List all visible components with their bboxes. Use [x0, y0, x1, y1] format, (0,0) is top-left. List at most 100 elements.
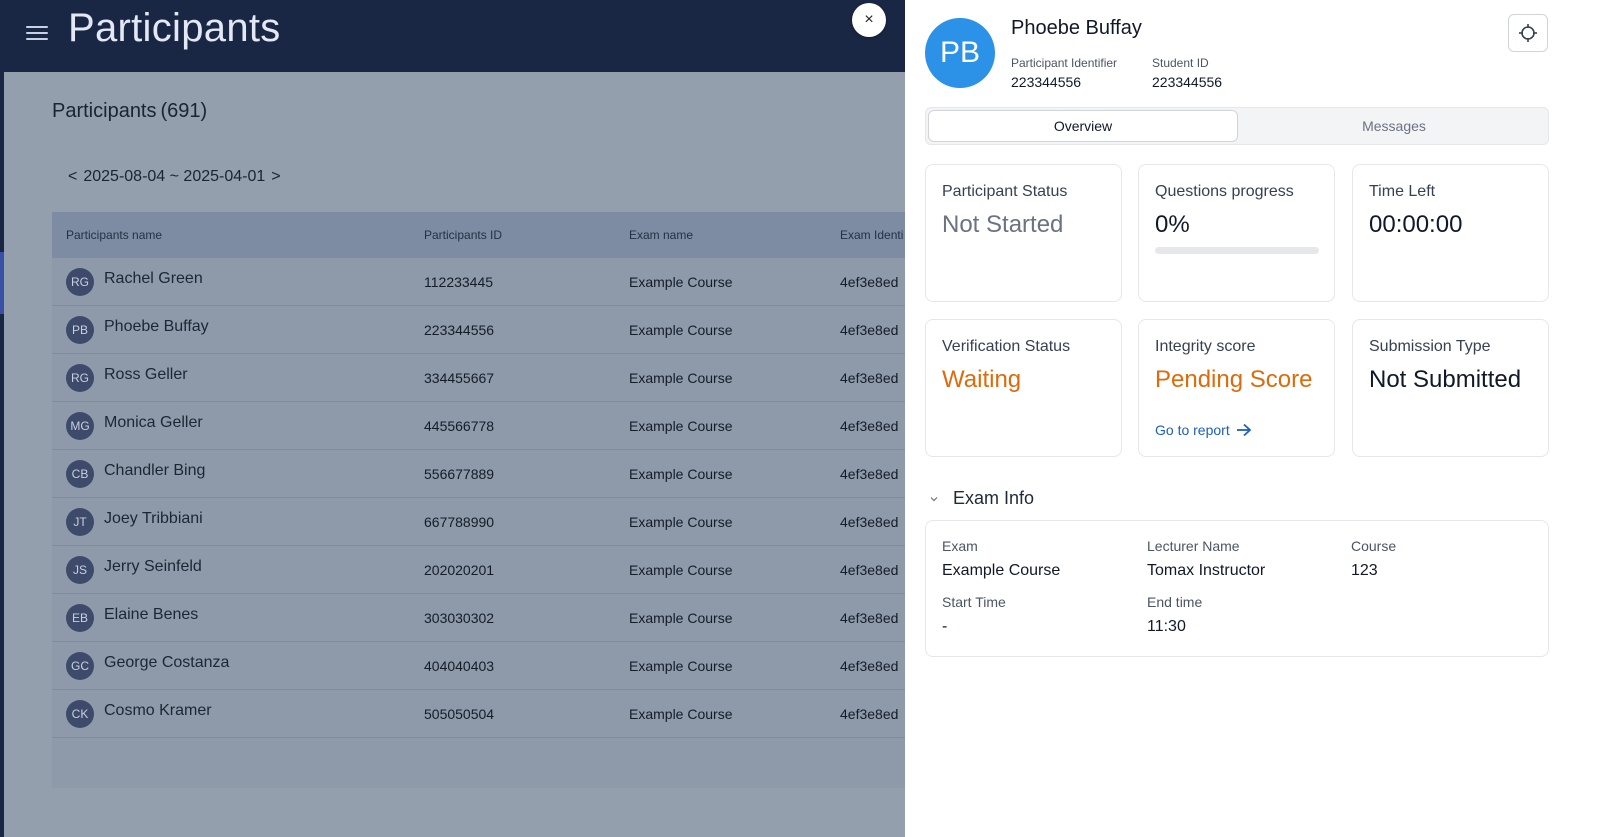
exam-info-title: Exam Info [953, 488, 1035, 508]
exam-name-cell: Example Course [629, 609, 733, 626]
time-left-value: 00:00:00 [1369, 211, 1463, 238]
table-row[interactable]: CK Cosmo Kramer 505050504 Example Course 4ef… [52, 690, 934, 738]
participant-name[interactable]: Jerry Seinfeld [104, 558, 202, 576]
end-time-field: End time 11:30 [1147, 594, 1202, 636]
participant-name-cell: RG Rachel Green [52, 267, 424, 296]
participant-name: Phoebe Buffay [1011, 17, 1142, 39]
exam-info-panel: Exam Example Course Lecturer Name Tomax … [925, 520, 1549, 657]
participant-name[interactable]: Joey Tribbiani [104, 510, 203, 528]
integrity-score-value: Pending Score [1155, 366, 1313, 393]
locate-button[interactable] [1508, 14, 1548, 52]
avatar: JT [66, 507, 94, 536]
exam-name-cell: Example Course [629, 705, 733, 722]
date-next-button[interactable]: > [271, 168, 280, 186]
course-value: 123 [1351, 562, 1378, 579]
lecturer-value: Tomax Instructor [1147, 562, 1266, 579]
exam-info-toggle[interactable]: Exam Info [929, 488, 1034, 509]
top-bar: Participants [4, 0, 934, 72]
exam-name-cell: Example Course [629, 417, 733, 434]
avatar: RG [66, 363, 94, 392]
chevron-down-icon [930, 496, 938, 501]
time-left-card: Time Left 00:00:00 [1352, 164, 1549, 302]
date-range-text[interactable]: 2025-08-04 ~ 2025-04-01 [83, 168, 265, 186]
participant-id-cell: 202020201 [424, 561, 495, 578]
questions-progress-label: Questions progress [1155, 183, 1294, 200]
start-time-value: - [942, 618, 948, 635]
integrity-score-card: Integrity score Pending Score Go to repo… [1138, 319, 1335, 457]
tab-messages[interactable]: Messages [1240, 108, 1548, 144]
participant-name[interactable]: George Costanza [104, 654, 229, 672]
table-row[interactable]: GC George Costanza 404040403 Example Course… [52, 642, 934, 690]
participant-name[interactable]: Phoebe Buffay [104, 318, 209, 336]
exam-name-cell: Example Course [629, 513, 733, 530]
participant-name-cell: EB Elaine Benes [52, 603, 424, 632]
header-exam-name[interactable]: Exam name [629, 228, 840, 242]
participants-table: Participants name Participants ID Exam n… [52, 212, 934, 788]
participant-name-cell: CK Cosmo Kramer [52, 699, 424, 728]
exam-name-cell: Example Course [629, 369, 733, 386]
exam-label: Exam [942, 538, 978, 554]
exam-name-cell: Example Course [629, 465, 733, 482]
end-time-label: End time [1147, 594, 1203, 610]
table-row[interactable]: RG Ross Geller 334455667 Example Course 4ef3… [52, 354, 934, 402]
submission-type-value: Not Submitted [1369, 366, 1522, 393]
table-row[interactable]: EB Elaine Benes 303030302 Example Course 4ef… [52, 594, 934, 642]
participant-name-cell: JT Joey Tribbiani [52, 507, 424, 536]
participant-name-cell: JS Jerry Seinfeld [52, 555, 424, 584]
avatar: CK [66, 699, 94, 728]
participant-id-cell: 112233445 [424, 273, 494, 290]
table-row[interactable]: JS Jerry Seinfeld 202020201 Example Course 4… [52, 546, 934, 594]
participant-name[interactable]: Monica Geller [104, 414, 203, 432]
table-body: RG Rachel Green 112233445 Example Course 4ef… [52, 258, 934, 738]
exam-name-cell: Example Course [629, 561, 733, 578]
student-id: Student ID 223344556 [1152, 56, 1222, 90]
questions-progress-card: Questions progress 0% [1138, 164, 1335, 302]
go-to-report-label: Go to report [1155, 422, 1230, 438]
header-participant-id[interactable]: Participants ID [424, 228, 629, 242]
participant-id-cell: 334455667 [424, 369, 495, 386]
participant-name[interactable]: Rachel Green [104, 270, 203, 288]
participant-name-cell: PB Phoebe Buffay [52, 315, 424, 344]
participant-id-cell: 404040403 [424, 657, 495, 674]
start-time-label: Start Time [942, 594, 1006, 610]
participants-app: Participants Participants (691) < 2025-08… [0, 0, 934, 837]
main-content: Participants (691) < 2025-08-04 ~ 2025-04… [4, 72, 934, 837]
hamburger-menu-icon[interactable] [24, 22, 50, 44]
participant-name[interactable]: Chandler Bing [104, 462, 205, 480]
count-value: (691) [160, 100, 208, 122]
time-left-label: Time Left [1369, 183, 1436, 200]
avatar: GC [66, 651, 94, 680]
avatar: PB [66, 315, 94, 344]
questions-progress-bar [1155, 247, 1319, 254]
participant-id-cell: 556677889 [424, 465, 495, 482]
integrity-score-label: Integrity score [1155, 338, 1256, 355]
arrow-right-icon [1236, 423, 1252, 437]
table-row[interactable]: RG Rachel Green 112233445 Example Course 4ef… [52, 258, 934, 306]
go-to-report-link[interactable]: Go to report [1155, 422, 1252, 438]
exam-field: Exam Example Course [942, 538, 1060, 580]
date-prev-button[interactable]: < [68, 168, 77, 186]
participant-name-cell: RG Ross Geller [52, 363, 424, 392]
student-id-value: 223344556 [1152, 74, 1223, 90]
participant-name[interactable]: Cosmo Kramer [104, 702, 212, 720]
avatar: RG [66, 267, 94, 296]
table-row[interactable]: JT Joey Tribbiani 667788990 Example Course 4… [52, 498, 934, 546]
header-participant-name[interactable]: Participants name [52, 228, 424, 242]
drawer-tabs: Overview Messages [925, 107, 1549, 145]
submission-type-card: Submission Type Not Submitted [1352, 319, 1549, 457]
exam-value: Example Course [942, 562, 1061, 579]
participant-name-cell: MG Monica Geller [52, 411, 424, 440]
table-row[interactable]: CB Chandler Bing 556677889 Example Course 4e… [52, 450, 934, 498]
end-time-value: 11:30 [1147, 618, 1186, 635]
avatar: JS [66, 555, 94, 584]
table-row[interactable]: MG Monica Geller 445566778 Example Course 4e… [52, 402, 934, 450]
course-field: Course 123 [1351, 538, 1396, 580]
participant-name[interactable]: Ross Geller [104, 366, 188, 384]
student-id-label: Student ID [1152, 56, 1209, 70]
participant-id-cell: 505050504 [424, 705, 495, 722]
table-row[interactable]: PB Phoebe Buffay 223344556 Example Course 4e… [52, 306, 934, 354]
tab-overview[interactable]: Overview [928, 110, 1238, 142]
participant-name[interactable]: Elaine Benes [104, 606, 198, 624]
participant-id-cell: 303030302 [424, 609, 495, 626]
close-drawer-button[interactable]: × [852, 3, 886, 37]
